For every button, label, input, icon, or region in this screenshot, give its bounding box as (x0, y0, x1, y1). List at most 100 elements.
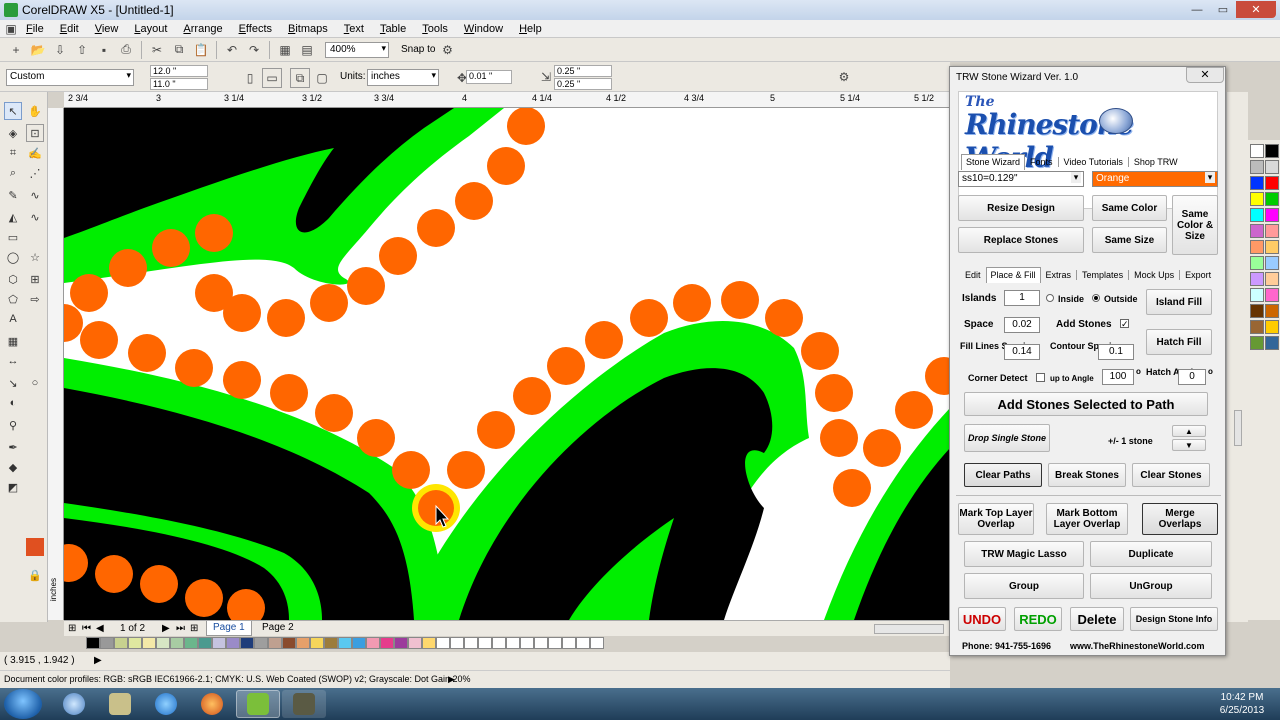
color-swatch[interactable] (324, 637, 338, 649)
color-swatch[interactable] (1250, 240, 1264, 254)
tab-page-1[interactable]: Page 1 (206, 621, 252, 636)
trw-magic-lasso-button[interactable]: TRW Magic Lasso (964, 541, 1084, 567)
rhinestone[interactable] (801, 332, 839, 370)
rhinestone[interactable] (195, 214, 233, 252)
blend-tool-icon[interactable]: ◐ (4, 394, 22, 412)
options-icon[interactable]: ⚙ (437, 40, 457, 60)
tab-place-fill[interactable]: Place & Fill (985, 267, 1041, 283)
color-swatch[interactable] (366, 637, 380, 649)
color-swatch[interactable] (520, 637, 534, 649)
color-swatch[interactable] (1265, 176, 1279, 190)
eraser-tool-icon[interactable]: ○ (26, 374, 44, 392)
menu-edit[interactable]: Edit (52, 23, 87, 35)
group-button[interactable]: Group (964, 573, 1084, 599)
rhinestone[interactable] (895, 391, 933, 429)
merge-overlaps-button[interactable]: Merge Overlaps (1142, 503, 1218, 535)
tab-page-2[interactable]: Page 2 (256, 621, 300, 636)
smart-fill-icon[interactable]: ◭ (4, 208, 22, 226)
color-swatch[interactable] (1265, 336, 1279, 350)
color-swatch[interactable] (86, 637, 100, 649)
color-swatch[interactable] (1265, 256, 1279, 270)
text-tool-icon[interactable]: A (4, 310, 22, 328)
add-stones-to-path-button[interactable]: Add Stones Selected to Path (964, 392, 1208, 416)
menu-text[interactable]: Text (336, 23, 372, 35)
island-fill-button[interactable]: Island Fill (1146, 289, 1212, 315)
color-swatch[interactable] (408, 637, 422, 649)
import-icon[interactable]: ⇩ (50, 40, 70, 60)
color-swatch[interactable] (212, 637, 226, 649)
stone-up-icon[interactable]: ▲ (1172, 425, 1206, 437)
taskbar-firefox-icon[interactable] (190, 690, 234, 718)
rhinestone[interactable] (310, 284, 348, 322)
page-height-field[interactable]: 11.0 " (150, 78, 208, 90)
pan-tool-icon[interactable]: ✋ (26, 102, 44, 120)
polygon-tool-icon[interactable]: ⬡ (4, 270, 22, 288)
first-page-icon[interactable]: ⏮ (82, 623, 91, 634)
menu-view[interactable]: View (87, 23, 127, 35)
page-width-field[interactable]: 12.0 " (150, 65, 208, 77)
rhinestone[interactable] (80, 321, 118, 359)
color-swatch[interactable] (492, 637, 506, 649)
color-swatch[interactable] (1265, 240, 1279, 254)
color-swatch[interactable] (1265, 160, 1279, 174)
rhinestone[interactable] (721, 281, 759, 319)
angle-field[interactable]: 100 (1102, 369, 1134, 385)
islands-field[interactable]: 1 (1004, 290, 1040, 306)
color-swatch[interactable] (464, 637, 478, 649)
redo-icon[interactable]: ↷ (244, 40, 264, 60)
website-link[interactable]: www.TheRhinestoneWorld.com (1070, 641, 1205, 651)
color-swatch[interactable] (1250, 192, 1264, 206)
vertical-ruler[interactable]: inches (48, 108, 64, 620)
stone-down-icon[interactable]: ▼ (1172, 439, 1206, 451)
taskbar-coreldraw-icon[interactable] (236, 690, 280, 718)
rhinestone[interactable] (140, 565, 178, 603)
rhinestone[interactable] (815, 374, 853, 412)
menu-file[interactable]: File (18, 23, 52, 35)
rhinestone[interactable] (379, 237, 417, 275)
color-swatch[interactable] (1265, 272, 1279, 286)
grid-tool-icon[interactable]: ⊞ (26, 270, 44, 288)
rhinestone[interactable] (417, 209, 455, 247)
rhinestone[interactable] (357, 419, 395, 457)
clear-paths-button[interactable]: Clear Paths (964, 463, 1042, 487)
duplicate-x-field[interactable]: 0.25 " (554, 65, 612, 77)
document-icon[interactable]: ▣ (4, 22, 18, 36)
color-swatch[interactable] (1250, 208, 1264, 222)
interactive-fill-icon[interactable]: ◩ (4, 478, 22, 496)
color-swatch[interactable] (478, 637, 492, 649)
dimension-tool-icon[interactable]: ↔ (4, 352, 22, 370)
taskbar-dell-icon[interactable] (52, 690, 96, 718)
rhinestone[interactable] (195, 274, 233, 312)
zoom-level-select[interactable]: 400% (325, 41, 389, 58)
ungroup-button[interactable]: UnGroup (1090, 573, 1212, 599)
open-icon[interactable]: 📂 (28, 40, 48, 60)
replace-stones-button[interactable]: Replace Stones (958, 227, 1084, 253)
color-swatch[interactable] (1250, 288, 1264, 302)
page-add-icon[interactable]: ⊞ (68, 623, 76, 634)
minimize-icon[interactable]: — (1184, 1, 1210, 18)
rhinestone[interactable] (673, 284, 711, 322)
rhinestone[interactable] (128, 334, 166, 372)
rhinestone[interactable] (270, 374, 308, 412)
color-swatch[interactable] (1265, 144, 1279, 158)
rhinestone[interactable] (513, 377, 551, 415)
color-swatch[interactable] (1250, 272, 1264, 286)
same-size-button[interactable]: Same Size (1092, 227, 1167, 253)
star-tool-icon[interactable]: ☆ (26, 248, 44, 266)
rhinestone[interactable] (820, 419, 858, 457)
rhinestone[interactable] (267, 299, 305, 337)
rhinestone[interactable] (447, 451, 485, 489)
new-icon[interactable]: + (6, 40, 26, 60)
delete-button[interactable]: Delete (1070, 607, 1124, 631)
print-icon[interactable]: ⎙ (116, 40, 136, 60)
color-swatch[interactable] (576, 637, 590, 649)
menu-layout[interactable]: Layout (126, 23, 175, 35)
resize-design-button[interactable]: Resize Design (958, 195, 1084, 221)
color-swatch[interactable] (142, 637, 156, 649)
table-tool-icon[interactable]: ▦ (4, 332, 22, 350)
rhinestone[interactable] (455, 182, 493, 220)
color-profiles-text[interactable]: Document color profiles: RGB: sRGB IEC61… (4, 674, 471, 684)
welcome-icon[interactable]: ▤ (297, 40, 317, 60)
clear-stones-button[interactable]: Clear Stones (1132, 463, 1210, 487)
flyout-tool-icon[interactable]: ⊡ (26, 124, 44, 142)
